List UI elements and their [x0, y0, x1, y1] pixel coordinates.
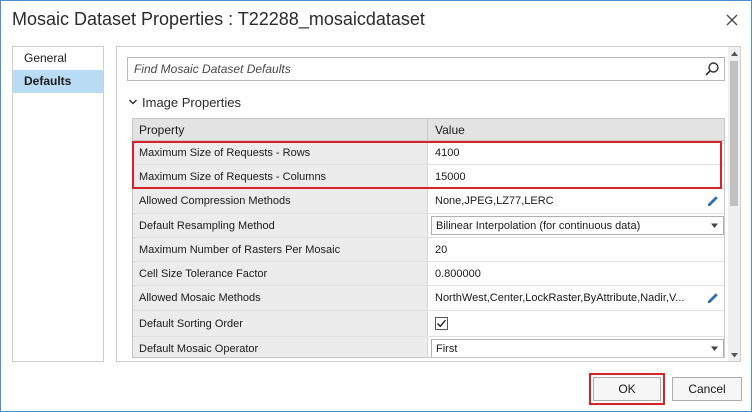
scroll-thumb[interactable] — [730, 61, 738, 206]
table-row[interactable]: Default Mosaic Operator First — [133, 337, 724, 357]
property-name: Maximum Size of Requests - Rows — [133, 141, 428, 164]
checkmark-icon — [437, 319, 447, 328]
table-row[interactable]: Maximum Size of Requests - Rows 4100 — [133, 141, 724, 165]
dropdown-selected-value: First — [436, 343, 458, 355]
search-input[interactable] — [128, 58, 698, 80]
property-value-cell[interactable]: None,JPEG,LZ77,LERC — [429, 189, 724, 213]
column-header-property: Property — [133, 119, 428, 141]
properties-grid: Property Value Maximum Size of Requests … — [132, 118, 725, 358]
dropdown-selected-value: Bilinear Interpolation (for continuous d… — [436, 219, 641, 232]
property-name: Allowed Mosaic Methods — [133, 286, 428, 310]
scroll-down-button[interactable] — [728, 349, 740, 361]
chevron-down-icon — [730, 352, 738, 357]
window-title: Mosaic Dataset Properties : T22288_mosai… — [12, 9, 425, 29]
pencil-icon[interactable] — [706, 194, 720, 208]
grid-header: Property Value — [133, 119, 724, 141]
property-name: Maximum Size of Requests - Columns — [133, 165, 428, 188]
sidebar-item-defaults[interactable]: Defaults — [13, 70, 103, 93]
close-button[interactable] — [721, 9, 743, 31]
section-image-properties[interactable]: Image Properties — [127, 93, 241, 111]
property-name: Maximum Number of Rasters Per Mosaic — [133, 238, 428, 261]
close-icon — [726, 14, 738, 26]
property-value[interactable]: 4100 — [429, 141, 724, 164]
property-name: Default Mosaic Operator — [133, 337, 428, 357]
property-value[interactable]: 15000 — [429, 165, 724, 188]
property-name: Cell Size Tolerance Factor — [133, 262, 428, 285]
resampling-method-dropdown[interactable]: Bilinear Interpolation (for continuous d… — [431, 216, 724, 235]
property-value[interactable]: 20 — [429, 238, 724, 261]
table-row[interactable]: Maximum Number of Rasters Per Mosaic 20 — [133, 238, 724, 262]
property-name: Default Resampling Method — [133, 214, 428, 237]
defaults-panel: Image Properties Property Value Maximum … — [116, 46, 741, 362]
chevron-up-icon — [730, 51, 738, 56]
dialog-window: Mosaic Dataset Properties : T22288_mosai… — [0, 0, 752, 412]
property-name: Allowed Compression Methods — [133, 189, 428, 213]
chevron-down-icon — [711, 223, 718, 228]
vertical-scrollbar[interactable] — [728, 47, 740, 361]
title-bar: Mosaic Dataset Properties : T22288_mosai… — [1, 1, 751, 39]
table-row[interactable]: Allowed Compression Methods None,JPEG,LZ… — [133, 189, 724, 214]
search-icon[interactable] — [704, 61, 720, 77]
property-value-cell: First — [429, 337, 724, 357]
sidebar-nav: General Defaults — [12, 46, 104, 362]
property-value-cell: Bilinear Interpolation (for continuous d… — [429, 214, 724, 237]
property-value[interactable]: 0.800000 — [429, 262, 724, 285]
sidebar-item-general[interactable]: General — [13, 47, 103, 70]
chevron-down-icon — [711, 346, 718, 351]
column-header-value: Value — [435, 123, 465, 137]
property-value: NorthWest,Center,LockRaster,ByAttribute,… — [435, 292, 685, 304]
table-row[interactable]: Default Resampling Method Bilinear Inter… — [133, 214, 724, 238]
ok-button[interactable]: OK — [593, 377, 661, 401]
table-row[interactable]: Maximum Size of Requests - Columns 15000 — [133, 165, 724, 189]
scroll-up-button[interactable] — [728, 47, 740, 59]
property-value-cell[interactable]: NorthWest,Center,LockRaster,ByAttribute,… — [429, 286, 724, 310]
table-row[interactable]: Default Sorting Order — [133, 311, 724, 337]
property-value-cell — [429, 311, 724, 336]
property-name: Default Sorting Order — [133, 311, 428, 336]
property-value: None,JPEG,LZ77,LERC — [435, 195, 554, 207]
table-row[interactable]: Cell Size Tolerance Factor 0.800000 — [133, 262, 724, 286]
cancel-button[interactable]: Cancel — [672, 377, 742, 401]
chevron-down-icon — [128, 99, 138, 105]
sorting-order-checkbox[interactable] — [435, 317, 448, 330]
search-box — [127, 57, 725, 81]
pencil-icon[interactable] — [706, 291, 720, 305]
table-row[interactable]: Allowed Mosaic Methods NorthWest,Center,… — [133, 286, 724, 311]
section-title: Image Properties — [142, 94, 241, 110]
mosaic-operator-dropdown[interactable]: First — [431, 339, 724, 357]
